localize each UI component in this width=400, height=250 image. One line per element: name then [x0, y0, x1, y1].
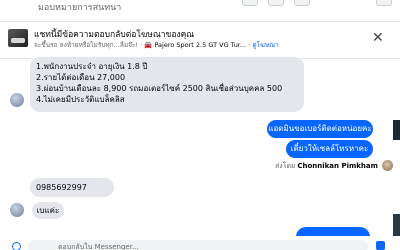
seen-avatar	[382, 160, 393, 171]
toolbar-icon-1[interactable]	[242, 0, 258, 6]
ad-thumbnail	[8, 29, 28, 47]
side-panel-edge	[393, 120, 400, 140]
sent-by-label: ส่งโดย Chonnikan Pimkham	[275, 161, 378, 172]
message-line: 3.ผ่อนบ้านเดือนละ 8,900 รถมอเตอร์ไซค์ 25…	[36, 84, 283, 93]
outgoing-message-bubble: เดี๋ยวให้เซลล์โทรหาคะ	[286, 140, 373, 158]
incoming-message-bubble: 1.พนักงานประจำ อายุเงิน 1.8 ปี 2.รายได้ต…	[30, 57, 304, 112]
sent-by-name[interactable]: Chonnikan Pimkham	[297, 162, 378, 170]
incoming-message-bubble: 0985692997	[30, 178, 114, 197]
message-line: 1.พนักงานประจำ อายุเงิน 1.8 ปี	[36, 62, 148, 71]
customer-avatar	[10, 203, 24, 217]
toolbar-icon-3[interactable]	[294, 0, 310, 6]
incoming-message-bubble: เบแค่ะ	[32, 202, 64, 219]
banner-subtitle: จะขึ้นรถ ลงท้ายหรือไม่รับทุก...ลืมจ๊ะ! ·…	[34, 41, 279, 49]
message-line: 2.รายได้ต่อเดือน 27,000	[36, 73, 126, 82]
view-ad-link[interactable]: ดูโฆษณา	[252, 41, 279, 49]
add-attachment-icon[interactable]	[12, 242, 21, 250]
toolbar-icon-2[interactable]	[268, 0, 284, 6]
toolbar-icon-4[interactable]	[376, 0, 392, 6]
assign-conversation-label[interactable]: มอบหมายการสนทนา	[38, 0, 121, 14]
ad-car-name: 🚘 Pajero Sport 2.5 GT VG Tur...	[144, 41, 247, 49]
send-icon[interactable]	[376, 241, 385, 250]
ad-headline: จะขึ้นรถ ลงท้ายหรือไม่รับทุก...ลืมจ๊ะ!	[34, 41, 139, 49]
sent-by-prefix: ส่งโดย	[275, 162, 296, 170]
customer-avatar	[10, 93, 24, 107]
ad-reply-banner: แชทนี้มีข้อความตอบกลับต่อโฆษณาของคุณ จะข…	[0, 23, 400, 59]
message-line: 4.ไม่เคยมีประวัติแบล็คลิส	[36, 95, 125, 104]
reply-input[interactable]: ตอบกลับใน Messenger...	[28, 240, 368, 250]
close-icon[interactable]: ✕	[372, 31, 384, 45]
banner-title: แชทนี้มีข้อความตอบกลับต่อโฆษณาของคุณ	[34, 30, 195, 40]
outgoing-message-bubble: แอดมินขอเบอร์ติดต่อหน่อยคะ	[267, 120, 373, 138]
message-composer: ตอบกลับใน Messenger...	[0, 236, 400, 250]
top-bar: มอบหมายการสนทนา	[0, 0, 400, 22]
